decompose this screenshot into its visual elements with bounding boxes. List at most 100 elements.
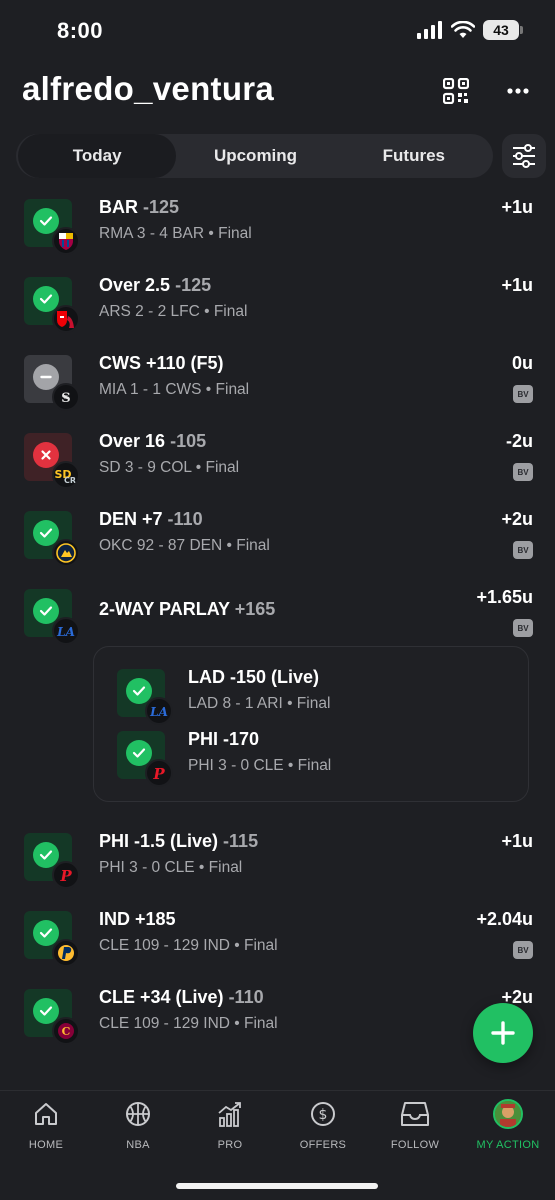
- bet-odds: -110: [167, 509, 203, 529]
- bet-pick: BAR -125: [99, 197, 179, 218]
- bet-pick: 2-WAY PARLAY +165: [99, 599, 275, 620]
- bet-units: +2.04u: [476, 909, 533, 929]
- basketball-icon: [123, 1099, 153, 1129]
- dodgers-logo-icon: LA: [145, 697, 173, 725]
- nav-label: MY ACTION: [476, 1139, 540, 1151]
- leg-pick: PHI -170: [188, 729, 260, 749]
- bet-pick: CLE +34 (Live) -110: [99, 987, 264, 1008]
- svg-text:x: x: [64, 393, 68, 401]
- bet-result-tile: [24, 277, 80, 333]
- padres-rockies-logo-icon: SD CR: [52, 461, 80, 489]
- check-icon: [33, 520, 59, 546]
- tab-upcoming[interactable]: Upcoming: [176, 134, 334, 178]
- bet-pick: PHI -1.5 (Live) -115: [99, 831, 258, 852]
- bet-result-tile: [24, 911, 80, 967]
- bet-result-tile: SD CR: [24, 433, 80, 489]
- bet-pick-label: DEN +7: [99, 509, 163, 529]
- dodgers-logo-icon: LA: [52, 617, 80, 645]
- check-icon: [33, 286, 59, 312]
- bet-score: CLE 109 - 129 IND • Final: [99, 1015, 278, 1032]
- battery-level: 43: [493, 22, 509, 38]
- bet-score: MIA 1 - 1 CWS • Final: [99, 381, 250, 398]
- leg-pick: LAD -150 (Live): [188, 667, 320, 687]
- bet-pick-label: CLE +34 (Live): [99, 987, 224, 1007]
- nav-follow[interactable]: FOLLOW: [369, 1099, 461, 1159]
- qr-code-icon[interactable]: [443, 78, 469, 104]
- parlay-leg: LA LAD -150 (Live) LAD 8 - 1 ARI • Final: [94, 667, 530, 727]
- nav-offers[interactable]: $ OFFERS: [277, 1099, 369, 1159]
- bet-pick: CWS +110 (F5): [99, 353, 224, 374]
- bet-row[interactable]: IND +185 CLE 109 - 129 IND • Final +2.04…: [0, 909, 555, 987]
- bet-row[interactable]: DEN +7 -110 OKC 92 - 87 DEN • Final +2u …: [0, 509, 555, 587]
- bet-row[interactable]: Sx CWS +110 (F5) MIA 1 - 1 CWS • Final 0…: [0, 353, 555, 431]
- svg-text:C: C: [62, 1025, 71, 1038]
- bet-pick: Over 2.5 -125: [99, 275, 211, 296]
- nav-label: FOLLOW: [390, 1139, 440, 1151]
- bet-row[interactable]: Over 2.5 -125 ARS 2 - 2 LFC • Final +1u: [0, 275, 555, 353]
- status-bar: 8:00 43: [0, 0, 555, 64]
- wifi-icon: [451, 21, 475, 38]
- bet-score: ARS 2 - 2 LFC • Final: [99, 303, 248, 320]
- battery-indicator: 43: [483, 20, 523, 40]
- nav-nba[interactable]: NBA: [92, 1099, 184, 1159]
- filter-button[interactable]: [502, 134, 546, 178]
- leg-score: LAD 8 - 1 ARI • Final: [188, 695, 331, 712]
- username-title: alfredo_ventura: [22, 70, 275, 107]
- bet-pick-label: BAR: [99, 197, 138, 217]
- bet-result-tile: [24, 511, 80, 567]
- bet-row[interactable]: BAR -125 RMA 3 - 4 BAR • Final +1u: [0, 197, 555, 275]
- add-bet-button[interactable]: [473, 1003, 533, 1063]
- check-icon: [33, 842, 59, 868]
- svg-text:LA: LA: [149, 705, 168, 719]
- plus-icon: [491, 1021, 515, 1045]
- nav-label: PRO: [217, 1139, 243, 1151]
- nav-label: OFFERS: [299, 1139, 347, 1151]
- bet-row[interactable]: P PHI -1.5 (Live) -115 PHI 3 - 0 CLE • F…: [0, 831, 555, 909]
- sliders-icon: [513, 144, 535, 168]
- bet-odds: -115: [223, 831, 259, 851]
- arsenal-liverpool-logo-icon: [52, 305, 80, 333]
- bet-pick-label: Over 2.5: [99, 275, 171, 295]
- bet-pick-label: 2-WAY PARLAY: [99, 599, 230, 619]
- profile-header: alfredo_ventura: [0, 66, 555, 116]
- bv-badge: BV: [513, 541, 533, 559]
- nuggets-logo-icon: [52, 539, 80, 567]
- status-time: 8:00: [57, 18, 104, 43]
- bv-badge: BV: [513, 619, 533, 637]
- bet-pick-label: PHI -1.5 (Live): [99, 831, 219, 851]
- white-sox-logo-icon: Sx: [52, 383, 80, 411]
- svg-text:P: P: [59, 867, 72, 885]
- svg-text:$: $: [319, 1107, 328, 1123]
- bet-row[interactable]: C CLE +34 (Live) -110 CLE 109 - 129 IND …: [0, 987, 555, 1065]
- bet-result-tile: LA: [117, 669, 173, 725]
- bet-odds: +165: [234, 599, 276, 619]
- bet-units: +1.65u: [476, 587, 533, 607]
- bet-pick-label: IND +185: [99, 909, 176, 929]
- svg-text:CR: CR: [64, 476, 76, 485]
- check-icon: [126, 678, 152, 704]
- bet-pick: IND +185: [99, 909, 176, 930]
- tab-futures[interactable]: Futures: [335, 134, 493, 178]
- home-indicator: [176, 1183, 378, 1189]
- bet-units: -2u: [506, 431, 533, 451]
- more-options-icon[interactable]: [505, 80, 531, 102]
- bet-units: +1u: [501, 197, 533, 217]
- bet-score: PHI 3 - 0 CLE • Final: [99, 859, 243, 876]
- nav-my-action[interactable]: MY ACTION: [462, 1099, 554, 1159]
- bet-result-tile: LA: [24, 589, 80, 645]
- check-icon: [33, 208, 59, 234]
- check-icon: [33, 598, 59, 624]
- bet-row[interactable]: SD CR Over 16 -105 SD 3 - 9 COL • Final -…: [0, 431, 555, 509]
- leg-score: PHI 3 - 0 CLE • Final: [188, 757, 332, 774]
- nav-pro[interactable]: PRO: [184, 1099, 276, 1159]
- nav-label: NBA: [126, 1139, 150, 1151]
- bet-pick: Over 16 -105: [99, 431, 206, 452]
- tab-today[interactable]: Today: [18, 134, 177, 178]
- phillies-logo-icon: P: [52, 861, 80, 889]
- cellular-signal-icon: [417, 21, 442, 39]
- phillies-logo-icon: P: [145, 759, 173, 787]
- bet-result-tile: P: [24, 833, 80, 889]
- nav-home[interactable]: HOME: [0, 1099, 92, 1159]
- bet-units: +2u: [501, 509, 533, 529]
- check-icon: [126, 740, 152, 766]
